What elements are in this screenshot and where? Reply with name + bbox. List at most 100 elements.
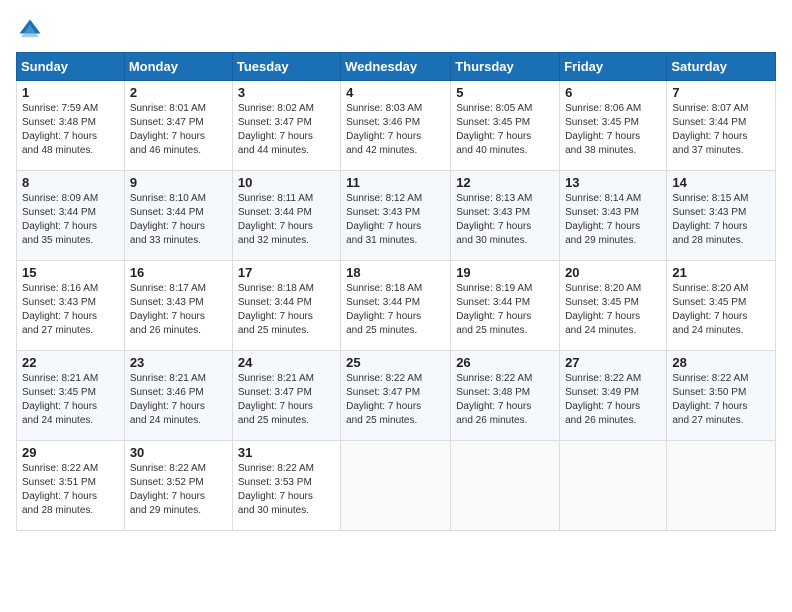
day-info: Sunrise: 8:06 AM Sunset: 3:45 PM Dayligh… — [565, 102, 661, 158]
day-number: 14 — [672, 175, 770, 190]
calendar-cell: 23 Sunrise: 8:21 AM Sunset: 3:46 PM Dayli… — [124, 351, 232, 441]
day-info: Sunrise: 8:17 AM Sunset: 3:43 PM Dayligh… — [130, 282, 227, 338]
day-info: Sunrise: 8:22 AM Sunset: 3:51 PM Dayligh… — [22, 462, 119, 518]
day-info: Sunrise: 8:16 AM Sunset: 3:43 PM Dayligh… — [22, 282, 119, 338]
day-number: 31 — [238, 445, 335, 460]
day-number: 11 — [346, 175, 445, 190]
calendar-cell — [451, 441, 560, 531]
column-header-thursday: Thursday — [451, 53, 560, 81]
calendar-week-row: 1 Sunrise: 7:59 AM Sunset: 3:48 PM Daylig… — [17, 81, 776, 171]
day-info: Sunrise: 8:05 AM Sunset: 3:45 PM Dayligh… — [456, 102, 554, 158]
calendar-cell: 25Sunrise: 8:22 AM Sunset: 3:47 PM Dayli… — [341, 351, 451, 441]
calendar-cell: 27 Sunrise: 8:22 AM Sunset: 3:49 PM Dayli… — [560, 351, 667, 441]
day-number: 10 — [238, 175, 335, 190]
day-number: 28 — [672, 355, 770, 370]
day-number: 5 — [456, 85, 554, 100]
day-number: 18 — [346, 265, 445, 280]
calendar-cell: 11 Sunrise: 8:12 AM Sunset: 3:43 PM Dayli… — [341, 171, 451, 261]
calendar-cell: 21 Sunrise: 8:20 AM Sunset: 3:45 PM Dayli… — [667, 261, 776, 351]
calendar-cell: 12 Sunrise: 8:13 AM Sunset: 3:43 PM Dayli… — [451, 171, 560, 261]
column-header-monday: Monday — [124, 53, 232, 81]
day-number: 26 — [456, 355, 554, 370]
calendar-cell: 3 Sunrise: 8:02 AM Sunset: 3:47 PM Daylig… — [232, 81, 340, 171]
day-info: Sunrise: 8:09 AM Sunset: 3:44 PM Dayligh… — [22, 192, 119, 248]
day-info: Sunrise: 8:20 AM Sunset: 3:45 PM Dayligh… — [565, 282, 661, 338]
day-info: Sunrise: 8:15 AM Sunset: 3:43 PM Dayligh… — [672, 192, 770, 248]
day-number: 25 — [346, 355, 445, 370]
column-header-friday: Friday — [560, 53, 667, 81]
calendar-cell: 7 Sunrise: 8:07 AM Sunset: 3:44 PM Daylig… — [667, 81, 776, 171]
calendar-table: SundayMondayTuesdayWednesdayThursdayFrid… — [16, 52, 776, 531]
day-info: Sunrise: 8:01 AM Sunset: 3:47 PM Dayligh… — [130, 102, 227, 158]
day-info: Sunrise: 8:13 AM Sunset: 3:43 PM Dayligh… — [456, 192, 554, 248]
calendar-header-row: SundayMondayTuesdayWednesdayThursdayFrid… — [17, 53, 776, 81]
calendar-week-row: 8 Sunrise: 8:09 AM Sunset: 3:44 PM Daylig… — [17, 171, 776, 261]
day-info: Sunrise: 8:02 AM Sunset: 3:47 PM Dayligh… — [238, 102, 335, 158]
calendar-cell: 8 Sunrise: 8:09 AM Sunset: 3:44 PM Daylig… — [17, 171, 125, 261]
day-info: Sunrise: 7:59 AM Sunset: 3:48 PM Dayligh… — [22, 102, 119, 158]
calendar-cell: 15Sunrise: 8:16 AM Sunset: 3:43 PM Dayli… — [17, 261, 125, 351]
day-info: Sunrise: 8:20 AM Sunset: 3:45 PM Dayligh… — [672, 282, 770, 338]
logo-icon — [16, 16, 44, 44]
day-info: Sunrise: 8:12 AM Sunset: 3:43 PM Dayligh… — [346, 192, 445, 248]
day-number: 8 — [22, 175, 119, 190]
column-header-wednesday: Wednesday — [341, 53, 451, 81]
day-number: 4 — [346, 85, 445, 100]
day-info: Sunrise: 8:18 AM Sunset: 3:44 PM Dayligh… — [238, 282, 335, 338]
calendar-cell: 22 Sunrise: 8:21 AM Sunset: 3:45 PM Dayli… — [17, 351, 125, 441]
day-number: 2 — [130, 85, 227, 100]
day-info: Sunrise: 8:07 AM Sunset: 3:44 PM Dayligh… — [672, 102, 770, 158]
day-number: 7 — [672, 85, 770, 100]
day-number: 1 — [22, 85, 119, 100]
day-number: 30 — [130, 445, 227, 460]
day-info: Sunrise: 8:21 AM Sunset: 3:45 PM Dayligh… — [22, 372, 119, 428]
calendar-cell: 6Sunrise: 8:06 AM Sunset: 3:45 PM Daylig… — [560, 81, 667, 171]
day-number: 24 — [238, 355, 335, 370]
calendar-cell: 2 Sunrise: 8:01 AM Sunset: 3:47 PM Daylig… — [124, 81, 232, 171]
day-info: Sunrise: 8:22 AM Sunset: 3:49 PM Dayligh… — [565, 372, 661, 428]
calendar-cell — [667, 441, 776, 531]
calendar-cell: 29Sunrise: 8:22 AM Sunset: 3:51 PM Dayli… — [17, 441, 125, 531]
day-number: 17 — [238, 265, 335, 280]
column-header-tuesday: Tuesday — [232, 53, 340, 81]
calendar-cell: 5 Sunrise: 8:05 AM Sunset: 3:45 PM Daylig… — [451, 81, 560, 171]
calendar-cell: 10 Sunrise: 8:11 AM Sunset: 3:44 PM Dayli… — [232, 171, 340, 261]
day-number: 21 — [672, 265, 770, 280]
column-header-saturday: Saturday — [667, 53, 776, 81]
day-info: Sunrise: 8:18 AM Sunset: 3:44 PM Dayligh… — [346, 282, 445, 338]
day-number: 19 — [456, 265, 554, 280]
day-info: Sunrise: 8:22 AM Sunset: 3:50 PM Dayligh… — [672, 372, 770, 428]
day-number: 27 — [565, 355, 661, 370]
day-number: 3 — [238, 85, 335, 100]
day-number: 23 — [130, 355, 227, 370]
day-info: Sunrise: 8:21 AM Sunset: 3:46 PM Dayligh… — [130, 372, 227, 428]
calendar-cell: 14 Sunrise: 8:15 AM Sunset: 3:43 PM Dayli… — [667, 171, 776, 261]
calendar-cell — [560, 441, 667, 531]
calendar-week-row: 15Sunrise: 8:16 AM Sunset: 3:43 PM Dayli… — [17, 261, 776, 351]
calendar-cell: 16Sunrise: 8:17 AM Sunset: 3:43 PM Dayli… — [124, 261, 232, 351]
calendar-week-row: 29Sunrise: 8:22 AM Sunset: 3:51 PM Dayli… — [17, 441, 776, 531]
day-number: 22 — [22, 355, 119, 370]
calendar-cell: 9 Sunrise: 8:10 AM Sunset: 3:44 PM Daylig… — [124, 171, 232, 261]
day-info: Sunrise: 8:19 AM Sunset: 3:44 PM Dayligh… — [456, 282, 554, 338]
day-info: Sunrise: 8:14 AM Sunset: 3:43 PM Dayligh… — [565, 192, 661, 248]
day-number: 12 — [456, 175, 554, 190]
calendar-cell: 30 Sunrise: 8:22 AM Sunset: 3:52 PM Dayli… — [124, 441, 232, 531]
column-header-sunday: Sunday — [17, 53, 125, 81]
day-info: Sunrise: 8:10 AM Sunset: 3:44 PM Dayligh… — [130, 192, 227, 248]
calendar-cell: 17 Sunrise: 8:18 AM Sunset: 3:44 PM Dayli… — [232, 261, 340, 351]
day-info: Sunrise: 8:21 AM Sunset: 3:47 PM Dayligh… — [238, 372, 335, 428]
day-info: Sunrise: 8:22 AM Sunset: 3:52 PM Dayligh… — [130, 462, 227, 518]
day-number: 9 — [130, 175, 227, 190]
calendar-cell: 13 Sunrise: 8:14 AM Sunset: 3:43 PM Dayli… — [560, 171, 667, 261]
day-info: Sunrise: 8:22 AM Sunset: 3:48 PM Dayligh… — [456, 372, 554, 428]
calendar-cell: 19 Sunrise: 8:19 AM Sunset: 3:44 PM Dayli… — [451, 261, 560, 351]
calendar-cell: 26 Sunrise: 8:22 AM Sunset: 3:48 PM Dayli… — [451, 351, 560, 441]
calendar-cell: 28 Sunrise: 8:22 AM Sunset: 3:50 PM Dayli… — [667, 351, 776, 441]
day-number: 13 — [565, 175, 661, 190]
calendar-cell: 18 Sunrise: 8:18 AM Sunset: 3:44 PM Dayli… — [341, 261, 451, 351]
calendar-cell: 20Sunrise: 8:20 AM Sunset: 3:45 PM Dayli… — [560, 261, 667, 351]
day-info: Sunrise: 8:11 AM Sunset: 3:44 PM Dayligh… — [238, 192, 335, 248]
page-header — [16, 16, 776, 44]
day-info: Sunrise: 8:03 AM Sunset: 3:46 PM Dayligh… — [346, 102, 445, 158]
